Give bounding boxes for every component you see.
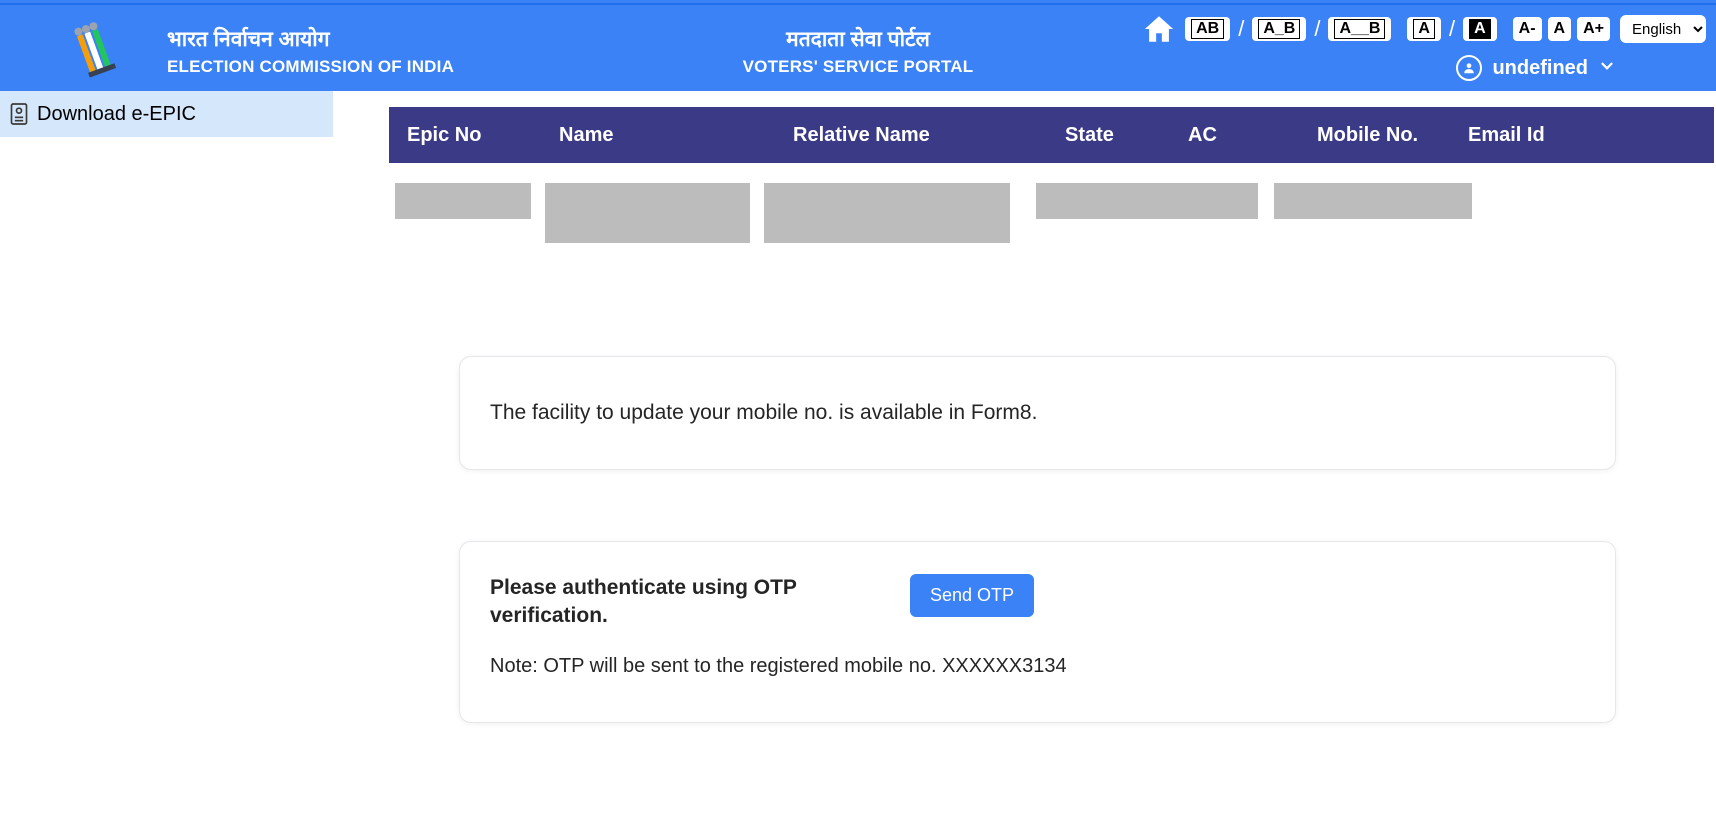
- sidebar-item-download-epic[interactable]: Download e-EPIC: [0, 91, 333, 137]
- letter-spacing-ab[interactable]: AB: [1185, 17, 1230, 41]
- form8-message: The facility to update your mobile no. i…: [490, 401, 1585, 425]
- cell-mobile-redacted: [1274, 183, 1472, 219]
- table-row: [389, 163, 1714, 243]
- theme-dark[interactable]: A: [1463, 17, 1497, 41]
- info-card-form8: The facility to update your mobile no. i…: [459, 356, 1616, 470]
- letter-spacing-a-b[interactable]: A_B: [1252, 17, 1306, 41]
- cell-epic-redacted: [395, 183, 531, 219]
- org-name-english: ELECTION COMMISSION OF INDIA: [167, 57, 454, 77]
- chevron-down-icon: [1598, 57, 1616, 80]
- user-name: undefined: [1492, 57, 1588, 80]
- th-ac: AC: [1188, 124, 1317, 147]
- home-icon[interactable]: [1139, 11, 1179, 47]
- font-size-default[interactable]: A: [1548, 17, 1572, 41]
- header-accent-line: [0, 3, 1716, 5]
- user-icon: [1456, 55, 1482, 81]
- otp-note: Note: OTP will be sent to the registered…: [490, 655, 1585, 678]
- org-name-hindi: भारत निर्वाचन आयोग: [167, 25, 330, 53]
- otp-card: Please authenticate using OTP verificati…: [459, 541, 1616, 723]
- th-state: State: [1065, 124, 1188, 147]
- id-card-icon: [9, 102, 29, 126]
- main-content: Epic No Name Relative Name State AC Mobi…: [349, 91, 1716, 826]
- user-menu[interactable]: undefined: [1456, 55, 1616, 81]
- portal-name-hindi: मतदाता सेवा पोर्टल: [786, 25, 930, 53]
- otp-prompt: Please authenticate using OTP verificati…: [490, 574, 830, 631]
- separator: /: [1447, 16, 1457, 42]
- th-email: Email Id: [1468, 124, 1714, 147]
- th-relative: Relative Name: [793, 124, 1065, 147]
- table-header-row: Epic No Name Relative Name State AC Mobi…: [389, 107, 1714, 163]
- language-select[interactable]: English: [1620, 15, 1706, 43]
- font-size-decrease[interactable]: A-: [1513, 17, 1542, 41]
- voter-table: Epic No Name Relative Name State AC Mobi…: [389, 107, 1714, 243]
- th-name: Name: [559, 124, 793, 147]
- font-size-increase[interactable]: A+: [1577, 17, 1610, 41]
- theme-light[interactable]: A: [1407, 17, 1441, 41]
- send-otp-button[interactable]: Send OTP: [910, 574, 1034, 617]
- th-epic: Epic No: [407, 124, 559, 147]
- separator: /: [1236, 16, 1246, 42]
- sidebar-label: Download e-EPIC: [37, 103, 196, 126]
- cell-state-ac-redacted: [1036, 183, 1258, 219]
- accessibility-toolbar: AB / A_B / A__B A / A A- A A+ English: [1139, 11, 1706, 47]
- letter-spacing-a--b[interactable]: A__B: [1328, 17, 1391, 41]
- eci-logo: [60, 13, 130, 83]
- th-mobile: Mobile No.: [1317, 124, 1468, 147]
- portal-name-english: VOTERS' SERVICE PORTAL: [743, 57, 974, 77]
- separator: /: [1312, 16, 1322, 42]
- header: भारत निर्वाचन आयोग ELECTION COMMISSION O…: [0, 0, 1716, 91]
- cell-name-redacted: [545, 183, 750, 243]
- cell-relative-redacted: [764, 183, 1010, 243]
